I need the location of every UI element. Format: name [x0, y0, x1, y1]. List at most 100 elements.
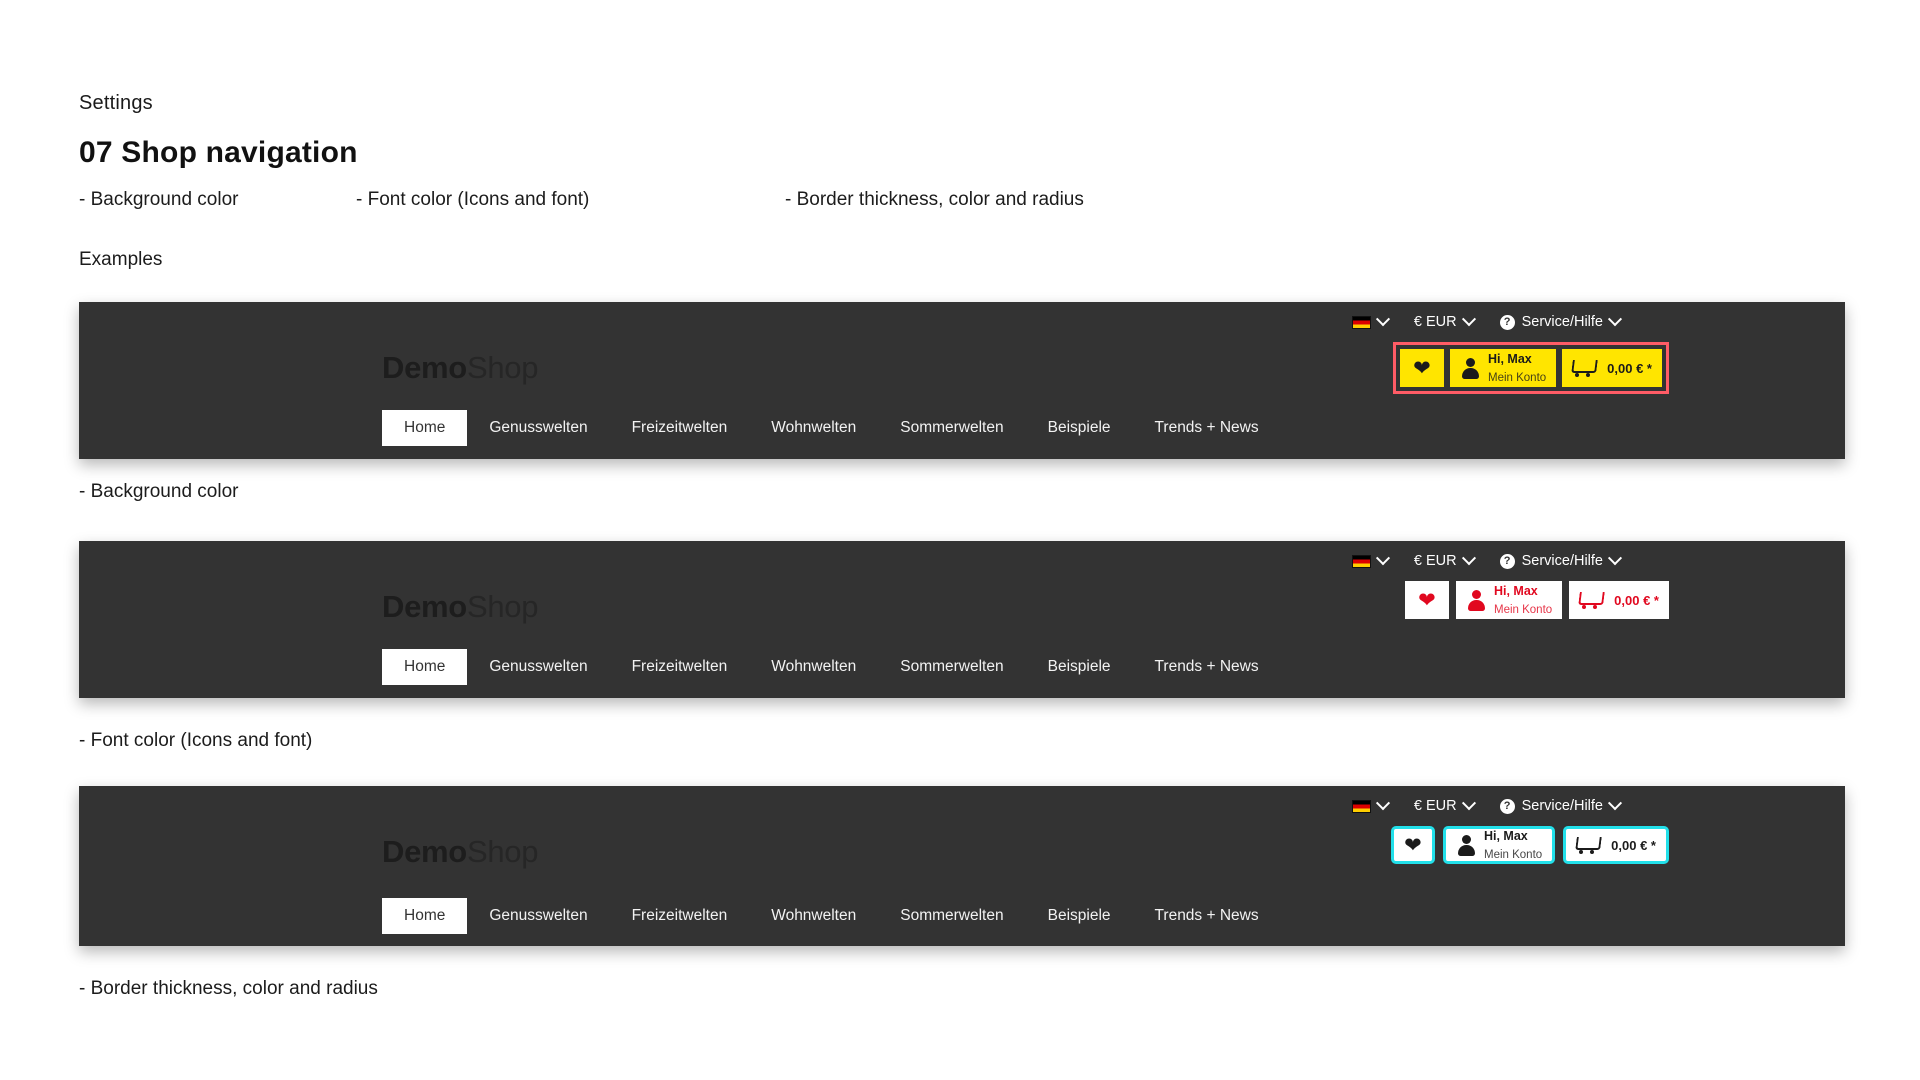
nav-item-sommerwelten[interactable]: Sommerwelten — [878, 898, 1025, 934]
main-navigation: Home Genusswelten Freizeitwelten Wohnwel… — [382, 649, 1281, 685]
caption-border: - Border thickness, color and radius — [79, 978, 378, 999]
my-account-button[interactable]: Hi, Max Mein Konto — [1449, 349, 1557, 387]
nav-item-freizeitwelten[interactable]: Freizeitwelten — [610, 898, 750, 934]
cart-button[interactable]: 0,00 € * — [1563, 826, 1669, 864]
question-mark-icon: ? — [1499, 314, 1515, 330]
person-icon — [1466, 589, 1486, 611]
question-mark-icon: ? — [1499, 798, 1515, 814]
nav-item-sommerwelten[interactable]: Sommerwelten — [878, 410, 1025, 446]
language-selector[interactable] — [1339, 796, 1401, 813]
document-header: Settings 07 Shop navigation — [79, 90, 1579, 172]
account-cluster-highlight: ❤ Hi, Max Mein Konto 0,00 € * — [1390, 826, 1669, 864]
nav-item-trends-news[interactable]: Trends + News — [1133, 898, 1281, 934]
bullet-border: - Border thickness, color and radius — [785, 189, 1084, 210]
nav-item-wohnwelten[interactable]: Wohnwelten — [749, 649, 878, 685]
account-cluster: ❤ Hi, Max Mein Konto 0,00 € * — [1390, 826, 1669, 864]
nav-item-home[interactable]: Home — [382, 649, 468, 685]
german-flag-icon — [1351, 315, 1371, 329]
service-help-label: Service/Hilfe — [1521, 553, 1603, 569]
account-label: Mein Konto — [1493, 604, 1553, 616]
cart-button[interactable]: 0,00 € * — [1562, 349, 1662, 387]
logo-bold-part: Demo — [382, 350, 467, 385]
account-cluster-highlight: ❤ Hi, Max Mein Konto 0,00 € * — [1404, 581, 1669, 619]
nav-item-genusswelten[interactable]: Genusswelten — [467, 649, 609, 685]
logo-normal-part: Shop — [466, 834, 539, 869]
wishlist-button[interactable]: ❤ — [1404, 581, 1449, 619]
account-cluster: ❤ Hi, Max Mein Konto 0,00 € * — [1404, 581, 1669, 619]
shop-logo[interactable]: DemoShop — [382, 350, 538, 386]
utility-bar: € EUR ? Service/Hilfe — [1339, 794, 1633, 818]
account-greeting: Hi, Max — [1493, 584, 1538, 599]
caption-font-color: - Font color (Icons and font) — [79, 730, 313, 751]
heart-icon: ❤ — [1418, 588, 1436, 612]
language-selector[interactable] — [1339, 551, 1401, 568]
nav-item-sommerwelten[interactable]: Sommerwelten — [878, 649, 1025, 685]
chevron-down-icon — [1375, 796, 1390, 811]
main-navigation: Home Genusswelten Freizeitwelten Wohnwel… — [382, 898, 1281, 934]
shop-navigation-example-background-color: € EUR ? Service/Hilfe DemoShop Suchbegri… — [79, 302, 1845, 681]
nav-item-trends-news[interactable]: Trends + News — [1133, 649, 1281, 685]
currency-selector[interactable]: € EUR — [1401, 796, 1487, 814]
main-navigation: Home Genusswelten Freizeitwelten Wohnwel… — [382, 410, 1281, 446]
document-page: Settings 07 Shop navigation - Background… — [0, 0, 1920, 1080]
cart-total: 0,00 € * — [1607, 360, 1652, 376]
heart-icon: ❤ — [1413, 356, 1431, 380]
logo-bold-part: Demo — [382, 589, 467, 624]
nav-item-freizeitwelten[interactable]: Freizeitwelten — [610, 410, 750, 446]
caption-background-color: - Background color — [79, 481, 239, 502]
person-icon — [1460, 357, 1480, 379]
shopping-cart-icon — [1576, 835, 1601, 855]
nav-item-genusswelten[interactable]: Genusswelten — [467, 898, 609, 934]
chevron-down-icon — [1375, 551, 1390, 566]
currency-selector[interactable]: € EUR — [1401, 551, 1487, 569]
chevron-down-icon — [1375, 312, 1390, 327]
nav-item-home[interactable]: Home — [382, 410, 468, 446]
service-help-menu[interactable]: ? Service/Hilfe — [1487, 796, 1633, 814]
person-icon — [1456, 834, 1476, 856]
cart-total: 0,00 € * — [1611, 837, 1656, 853]
chevron-down-icon — [1607, 551, 1623, 566]
chevron-down-icon — [1461, 312, 1476, 327]
nav-item-freizeitwelten[interactable]: Freizeitwelten — [610, 649, 750, 685]
shop-logo[interactable]: DemoShop — [382, 834, 538, 870]
currency-selector[interactable]: € EUR — [1401, 312, 1487, 330]
question-mark-icon: ? — [1499, 553, 1515, 569]
logo-bold-part: Demo — [382, 834, 467, 869]
wishlist-button[interactable]: ❤ — [1399, 349, 1444, 387]
shop-logo[interactable]: DemoShop — [382, 589, 538, 625]
shopping-cart-icon — [1572, 358, 1597, 378]
service-help-menu[interactable]: ? Service/Hilfe — [1487, 312, 1633, 330]
shop-navigation-example-border: € EUR ? Service/Hilfe DemoShop Suchbegri… — [79, 786, 1845, 946]
examples-label: Examples — [79, 249, 163, 270]
wishlist-button[interactable]: ❤ — [1390, 826, 1435, 864]
account-greeting: Hi, Max — [1483, 829, 1528, 844]
language-selector[interactable] — [1339, 312, 1401, 329]
service-help-label: Service/Hilfe — [1521, 314, 1603, 330]
nav-item-beispiele[interactable]: Beispiele — [1026, 898, 1133, 934]
german-flag-icon — [1351, 554, 1371, 568]
account-cluster-highlight: ❤ Hi, Max Mein Konto 0,00 € * — [1392, 342, 1669, 394]
my-account-button[interactable]: Hi, Max Mein Konto — [1455, 581, 1563, 619]
nav-item-beispiele[interactable]: Beispiele — [1026, 410, 1133, 446]
nav-item-home[interactable]: Home — [382, 898, 468, 934]
nav-item-wohnwelten[interactable]: Wohnwelten — [749, 898, 878, 934]
my-account-button[interactable]: Hi, Max Mein Konto — [1442, 826, 1556, 864]
chevron-down-icon — [1461, 796, 1476, 811]
nav-item-beispiele[interactable]: Beispiele — [1026, 649, 1133, 685]
shopping-cart-icon — [1579, 590, 1604, 610]
currency-label: € EUR — [1413, 314, 1457, 330]
logo-normal-part: Shop — [466, 350, 539, 385]
service-help-menu[interactable]: ? Service/Hilfe — [1487, 551, 1633, 569]
page-title: 07 Shop navigation — [79, 136, 358, 169]
currency-label: € EUR — [1413, 798, 1457, 814]
account-label: Mein Konto — [1483, 849, 1543, 861]
cart-total: 0,00 € * — [1614, 592, 1659, 608]
heart-icon: ❤ — [1404, 833, 1422, 857]
nav-item-wohnwelten[interactable]: Wohnwelten — [749, 410, 878, 446]
nav-item-genusswelten[interactable]: Genusswelten — [467, 410, 609, 446]
german-flag-icon — [1351, 799, 1371, 813]
currency-label: € EUR — [1413, 553, 1457, 569]
cart-button[interactable]: 0,00 € * — [1569, 581, 1669, 619]
nav-item-trends-news[interactable]: Trends + News — [1133, 410, 1281, 446]
shop-navigation-example-font-color: € EUR ? Service/Hilfe DemoShop Suchbegri… — [79, 541, 1845, 698]
